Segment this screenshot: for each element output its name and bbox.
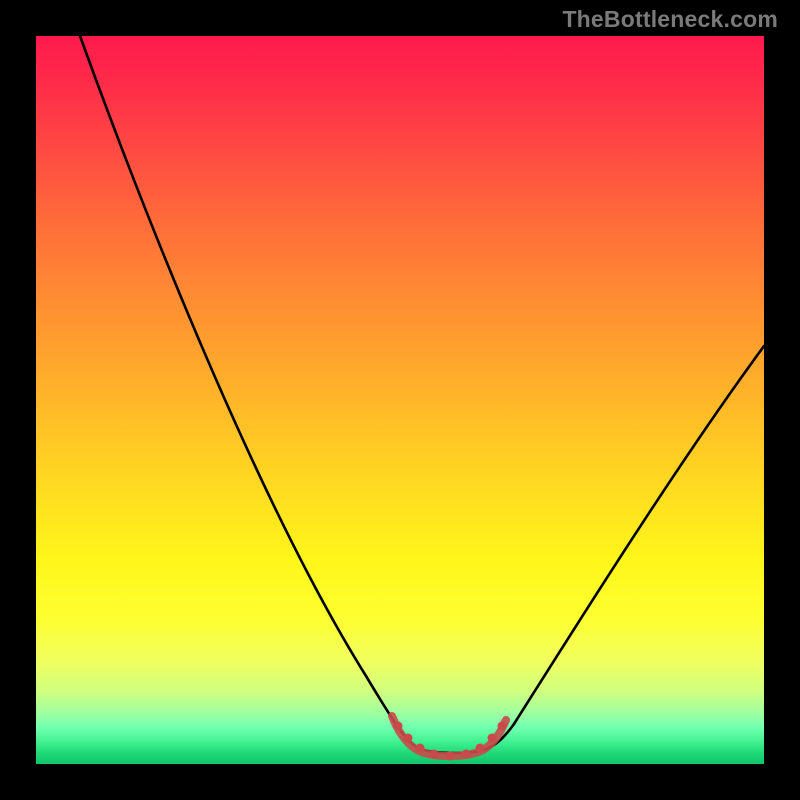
watermark-text: TheBottleneck.com <box>562 6 778 33</box>
accent-dot <box>404 734 413 743</box>
accent-dot <box>430 750 439 759</box>
accent-dot <box>416 744 425 753</box>
plot-area <box>36 36 764 764</box>
accent-dot <box>488 734 497 743</box>
curve-layer <box>36 36 764 764</box>
accent-dot <box>476 744 485 753</box>
bottleneck-curve <box>80 36 764 753</box>
accent-dot <box>394 722 403 731</box>
accent-dot <box>498 722 507 731</box>
chart-frame: TheBottleneck.com <box>0 0 800 800</box>
accent-dot <box>462 750 471 759</box>
accent-dot <box>446 752 455 761</box>
